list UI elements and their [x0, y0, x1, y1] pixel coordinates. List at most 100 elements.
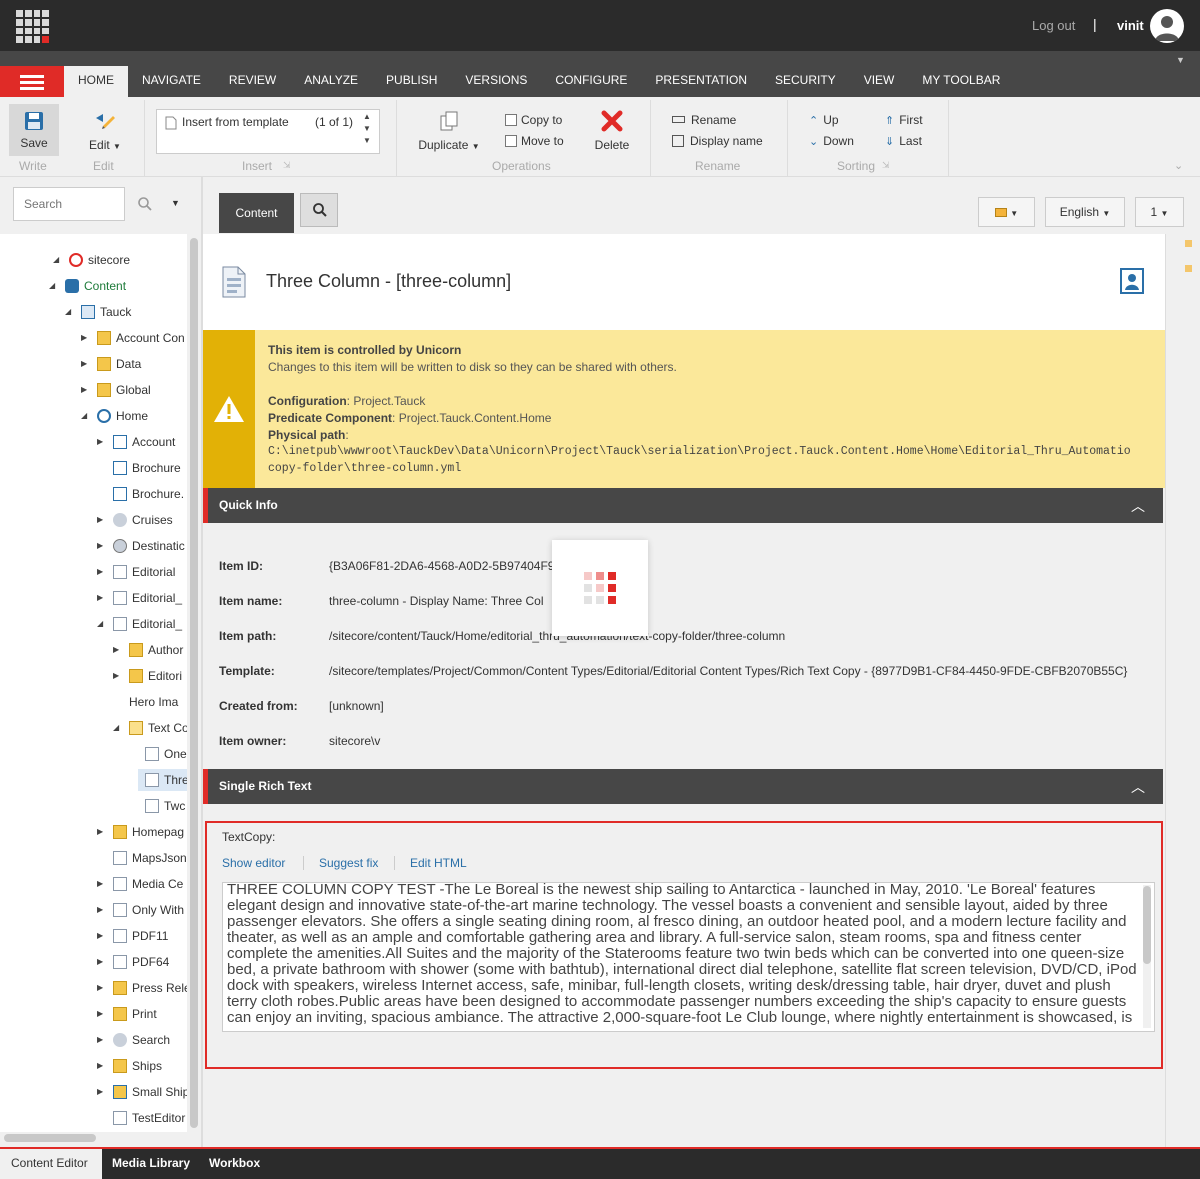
show-editor-link[interactable]: Show editor	[222, 856, 285, 870]
ribbon-collapse-icon[interactable]: ▼	[1176, 55, 1185, 65]
tree-expand-icon[interactable]: ▶	[97, 821, 103, 843]
tree-search-input[interactable]	[13, 187, 125, 221]
tree-expand-icon[interactable]: ▶	[97, 509, 103, 531]
tree-item[interactable]: MapsJson	[113, 847, 187, 869]
sort-up-button[interactable]: ⌃ Up	[809, 113, 839, 127]
tree-collapse-icon[interactable]: ◢	[97, 613, 103, 635]
tree-expand-icon[interactable]: ▶	[97, 587, 103, 609]
tree-expand-icon[interactable]: ▶	[81, 379, 87, 401]
tab-security[interactable]: SECURITY	[761, 66, 850, 97]
tab-media-library[interactable]: Media Library	[112, 1149, 190, 1179]
insert-dialog-launcher-icon[interactable]: ⇲	[283, 160, 291, 171]
tree-item[interactable]: ▶ Account	[97, 431, 175, 453]
tree-item[interactable]: TestEditor	[113, 1107, 185, 1129]
tree-expand-icon[interactable]: ▶	[81, 353, 87, 375]
tab-search[interactable]	[300, 193, 338, 227]
sorting-dialog-launcher-icon[interactable]: ⇲	[882, 160, 890, 171]
sort-down-button[interactable]: ⌄ Down	[809, 134, 854, 148]
validation-marker[interactable]	[1185, 265, 1192, 272]
sitecore-logo-icon[interactable]	[16, 10, 49, 43]
tree-item[interactable]: ▶ Author	[113, 639, 183, 661]
insert-from-template-list[interactable]: Insert from template (1 of 1) ▲ ▼ ▼	[156, 109, 380, 154]
tree-item[interactable]: ◢ Home	[81, 405, 148, 427]
search-icon[interactable]	[137, 196, 153, 212]
tree-item[interactable]: ▶ Data	[81, 353, 141, 375]
tree-item[interactable]: ▶ Editori	[113, 665, 182, 687]
tab-my-toolbar[interactable]: MY TOOLBAR	[908, 66, 1014, 97]
validation-marker[interactable]	[1185, 240, 1192, 247]
insert-stepper-icon[interactable]: ▲ ▼ ▼	[363, 111, 371, 147]
tab-content[interactable]: Content	[219, 193, 294, 233]
tree-expand-icon[interactable]: ▶	[97, 561, 103, 583]
editor-scrollbar[interactable]	[1165, 234, 1200, 1147]
tree-expand-icon[interactable]: ▶	[97, 1055, 103, 1077]
tree-item[interactable]: Brochure	[113, 457, 181, 479]
tab-configure[interactable]: CONFIGURE	[541, 66, 641, 97]
tree-item[interactable]: ▶ Cruises	[97, 509, 173, 531]
delete-button[interactable]: Delete	[590, 110, 634, 152]
hamburger-menu-icon[interactable]	[0, 66, 64, 97]
tree-item[interactable]: ▶ Search	[97, 1029, 170, 1051]
language-dropdown[interactable]: English ▼	[1045, 197, 1125, 227]
chevron-up-icon[interactable]: ︿	[1131, 496, 1145, 516]
copy-to-button[interactable]: Copy to	[505, 113, 562, 127]
username[interactable]: vinit	[1117, 18, 1144, 33]
edit-html-link[interactable]: Edit HTML	[410, 856, 467, 870]
tab-publish[interactable]: PUBLISH	[372, 66, 451, 97]
tree-expand-icon[interactable]: ▶	[97, 925, 103, 947]
display-name-button[interactable]: Display name	[672, 134, 763, 148]
tree-horizontal-scroll-thumb[interactable]	[4, 1134, 96, 1142]
tree-item[interactable]: Brochure.	[113, 483, 184, 505]
tree-item[interactable]: ▶ Global	[81, 379, 151, 401]
ribbon-collapse-chevron-icon[interactable]: ⌄	[1174, 159, 1183, 172]
tab-versions[interactable]: VERSIONS	[451, 66, 541, 97]
tree-expand-icon[interactable]: ▶	[113, 639, 119, 661]
textcopy-content[interactable]: THREE COLUMN COPY TEST -The Le Boreal is…	[227, 882, 1142, 1031]
tree-item[interactable]: ▶ PDF11	[97, 925, 168, 947]
tree-item[interactable]: ▶ PDF64	[97, 951, 169, 973]
tree-item[interactable]: ▶ Homepag	[97, 821, 184, 843]
tree-scroll-thumb[interactable]	[190, 238, 198, 1128]
tree-expand-icon[interactable]: ▶	[97, 873, 103, 895]
textcopy-scroll-thumb[interactable]	[1143, 886, 1151, 964]
avatar[interactable]	[1150, 9, 1184, 43]
tree-item[interactable]: ▶ Editorial	[97, 561, 175, 583]
tree-item[interactable]: ▶ Press Rele	[97, 977, 187, 999]
tree-expand-icon[interactable]: ▶	[97, 1003, 103, 1025]
tree-expand-icon[interactable]: ▶	[97, 977, 103, 999]
tree-collapse-icon[interactable]: ◢	[113, 717, 119, 739]
tree-item[interactable]: ◢ Editorial_	[97, 613, 182, 635]
tree-expand-icon[interactable]: ▶	[97, 899, 103, 921]
user-profile-icon[interactable]	[1120, 268, 1144, 294]
tree-item[interactable]: ▶ Destinatic	[97, 535, 185, 557]
move-to-button[interactable]: Move to	[505, 134, 564, 148]
tree-item[interactable]: ▶ Print	[97, 1003, 157, 1025]
tab-analyze[interactable]: ANALYZE	[290, 66, 372, 97]
tree-collapse-icon[interactable]: ◢	[49, 275, 55, 297]
tree-collapse-icon[interactable]: ◢	[53, 249, 59, 271]
save-button[interactable]: Save	[9, 104, 59, 156]
tree-expand-icon[interactable]: ▶	[81, 327, 87, 349]
tree-expand-icon[interactable]: ▶	[97, 1029, 103, 1051]
tree-item[interactable]: ▶ Only With	[97, 899, 184, 921]
tree-item[interactable]: One	[145, 743, 187, 765]
tree-item[interactable]: ◢ Text Co	[113, 717, 187, 739]
tree-item[interactable]: Twc	[145, 795, 185, 817]
rename-button[interactable]: Rename	[672, 113, 736, 127]
edit-button[interactable]: Edit ▼	[84, 110, 126, 152]
item-options-dropdown[interactable]: ▼	[978, 197, 1035, 227]
tab-home[interactable]: HOME	[64, 66, 128, 97]
tab-navigate[interactable]: NAVIGATE	[128, 66, 215, 97]
suggest-fix-link[interactable]: Suggest fix	[319, 856, 378, 870]
tree-item[interactable]: ▶ Small Ship	[97, 1081, 187, 1103]
single-rich-text-header[interactable]: Single Rich Text ︿	[203, 769, 1163, 804]
tree-item[interactable]: ▶ Account Con	[81, 327, 185, 349]
quick-info-header[interactable]: Quick Info ︿	[203, 488, 1163, 523]
sort-last-button[interactable]: ⇓ Last	[885, 134, 922, 148]
tree-item[interactable]: ▶ Media Ce	[97, 873, 183, 895]
version-dropdown[interactable]: 1 ▼	[1135, 197, 1184, 227]
tree-item[interactable]: ▶ Ships	[97, 1055, 162, 1077]
duplicate-button[interactable]: Duplicate ▼	[414, 110, 484, 152]
tree-collapse-icon[interactable]: ◢	[65, 301, 71, 323]
tree-item[interactable]: Hero Ima	[129, 691, 178, 713]
